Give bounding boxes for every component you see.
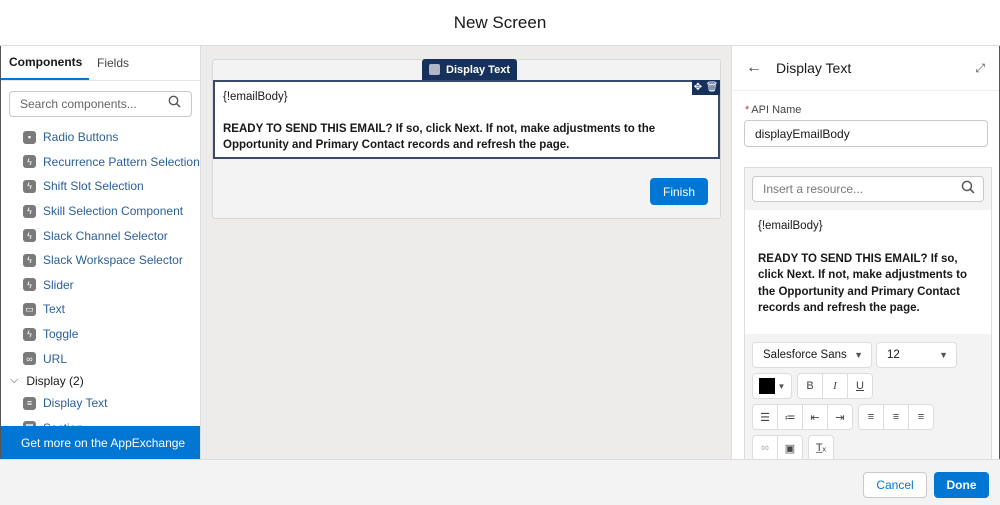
caret-down-icon: ▼ xyxy=(939,350,948,360)
properties-panel: ← Display Text ⤢ *API Name {!emailBody} … xyxy=(731,46,999,459)
chevron-down-icon: ⌵ xyxy=(10,374,19,387)
finish-button[interactable]: Finish xyxy=(650,178,708,205)
search-icon[interactable] xyxy=(961,180,975,199)
caret-down-icon: ▼ xyxy=(777,381,786,391)
done-button[interactable]: Done xyxy=(934,472,989,498)
radio-buttons-icon: ▪ xyxy=(23,130,36,144)
align-left-icon[interactable]: ≡ xyxy=(858,404,884,430)
required-marker: * xyxy=(745,104,750,116)
align-center-icon[interactable]: ≡ xyxy=(883,404,909,430)
component-list: ▪ Radio Buttons ϟ Recurrence Pattern Selec… xyxy=(1,125,200,371)
lightning-icon: ϟ xyxy=(23,229,36,243)
selected-component-tag: Display Text xyxy=(422,59,517,80)
indent-icon[interactable]: ⇥ xyxy=(827,404,853,430)
screen-preview: Display Text ✥ 🗑 {!emailBody} READY TO S… xyxy=(212,59,721,219)
modal-footer: Cancel Done xyxy=(0,459,1000,505)
properties-header: ← Display Text ⤢ xyxy=(732,46,999,91)
component-radio-buttons[interactable]: ▪ Radio Buttons xyxy=(1,125,200,150)
cancel-button[interactable]: Cancel xyxy=(863,472,927,498)
back-arrow-icon[interactable]: ← xyxy=(746,59,762,77)
color-swatch xyxy=(758,378,775,394)
trash-icon[interactable]: 🗑 xyxy=(706,80,719,96)
component-display-text[interactable]: ≡ Display Text xyxy=(1,391,200,416)
font-family-select[interactable]: Salesforce Sans ▼ xyxy=(752,342,872,368)
component-shift-slot-selection[interactable]: ϟ Shift Slot Selection xyxy=(1,174,200,199)
lightning-icon: ϟ xyxy=(23,327,36,341)
rich-text-editor: {!emailBody} READY TO SEND THIS EMAIL? I… xyxy=(744,167,992,459)
display-text-message: READY TO SEND THIS EMAIL? If so, click N… xyxy=(223,123,656,151)
tab-components[interactable]: Components xyxy=(1,46,89,80)
lightning-icon: ϟ xyxy=(23,155,36,169)
properties-title: Display Text xyxy=(776,60,852,76)
component-slack-channel-selector[interactable]: ϟ Slack Channel Selector xyxy=(1,223,200,248)
text-field-icon: ▭ xyxy=(23,302,36,316)
components-panel: Components Fields ▪Radio Buttons ϟRecurr… xyxy=(1,46,201,459)
display-text-variable: {!emailBody} xyxy=(223,91,288,103)
bulleted-list-icon[interactable]: ☰ xyxy=(752,404,778,430)
editor-message: READY TO SEND THIS EMAIL? If so, click N… xyxy=(758,252,967,315)
component-toggle[interactable]: ϟ Toggle xyxy=(1,322,200,347)
editor-toolbar: Salesforce Sans ▼ 12 ▼ ▼ B I U ☰ ≔ ⇤ ⇥ ≡… xyxy=(745,334,991,459)
insert-resource-input[interactable] xyxy=(763,182,943,196)
screen-canvas: Display Text ✥ 🗑 {!emailBody} READY TO S… xyxy=(201,46,731,459)
caret-down-icon: ▼ xyxy=(854,350,863,360)
font-size-select[interactable]: 12 ▼ xyxy=(876,342,957,368)
bold-button[interactable]: B xyxy=(797,373,823,399)
search-icon[interactable] xyxy=(168,95,181,113)
component-actions: ✥ 🗑 xyxy=(692,80,720,95)
component-text[interactable]: ▭ Text xyxy=(1,297,200,322)
underline-button[interactable]: U xyxy=(847,373,873,399)
component-url[interactable]: ∞ URL xyxy=(1,346,200,371)
api-name-label: * API Name xyxy=(745,104,802,116)
outdent-icon[interactable]: ⇤ xyxy=(802,404,828,430)
move-icon[interactable]: ✥ xyxy=(694,80,702,96)
display-text-icon: ≡ xyxy=(23,396,36,410)
link-icon[interactable]: ∞ xyxy=(752,435,778,459)
numbered-list-icon[interactable]: ≔ xyxy=(777,404,803,430)
component-slack-workspace-selector[interactable]: ϟ Slack Workspace Selector xyxy=(1,248,200,273)
component-search xyxy=(9,91,192,117)
screen-footer: Finish xyxy=(213,169,720,218)
clear-formatting-icon[interactable]: T̲ₓ xyxy=(808,435,834,459)
api-name-input[interactable] xyxy=(744,120,988,147)
editor-content[interactable]: {!emailBody} READY TO SEND THIS EMAIL? I… xyxy=(745,210,991,334)
appexchange-link[interactable]: Get more on the AppExchange xyxy=(1,426,200,459)
component-slider[interactable]: ϟ Slider xyxy=(1,273,200,298)
modal-title: New Screen xyxy=(453,12,547,32)
resource-search xyxy=(752,176,984,202)
expand-icon[interactable]: ⤢ xyxy=(975,61,985,76)
align-right-icon[interactable]: ≡ xyxy=(908,404,934,430)
lightning-icon: ϟ xyxy=(23,278,36,292)
modal-header: New Screen xyxy=(0,0,1000,46)
display-text-icon xyxy=(429,64,440,75)
tab-fields[interactable]: Fields xyxy=(89,46,137,80)
component-skill-selection[interactable]: ϟ Skill Selection Component xyxy=(1,199,200,224)
display-section-toggle[interactable]: ⌵ Display (2) xyxy=(1,371,200,391)
component-recurrence-pattern-selection[interactable]: ϟ Recurrence Pattern Selection xyxy=(1,150,200,175)
panel-tabs: Components Fields xyxy=(1,46,200,81)
italic-button[interactable]: I xyxy=(822,373,848,399)
display-text-component[interactable]: ✥ 🗑 {!emailBody} READY TO SEND THIS EMAI… xyxy=(213,80,720,159)
lightning-icon: ϟ xyxy=(23,204,36,218)
link-icon: ∞ xyxy=(23,352,36,366)
lightning-icon: ϟ xyxy=(23,179,36,193)
editor-variable: {!emailBody} xyxy=(758,220,823,232)
search-components-input[interactable] xyxy=(20,97,150,111)
text-color-picker[interactable]: ▼ xyxy=(752,373,792,399)
image-icon[interactable]: ▣ xyxy=(777,435,803,459)
lightning-icon: ϟ xyxy=(23,253,36,267)
